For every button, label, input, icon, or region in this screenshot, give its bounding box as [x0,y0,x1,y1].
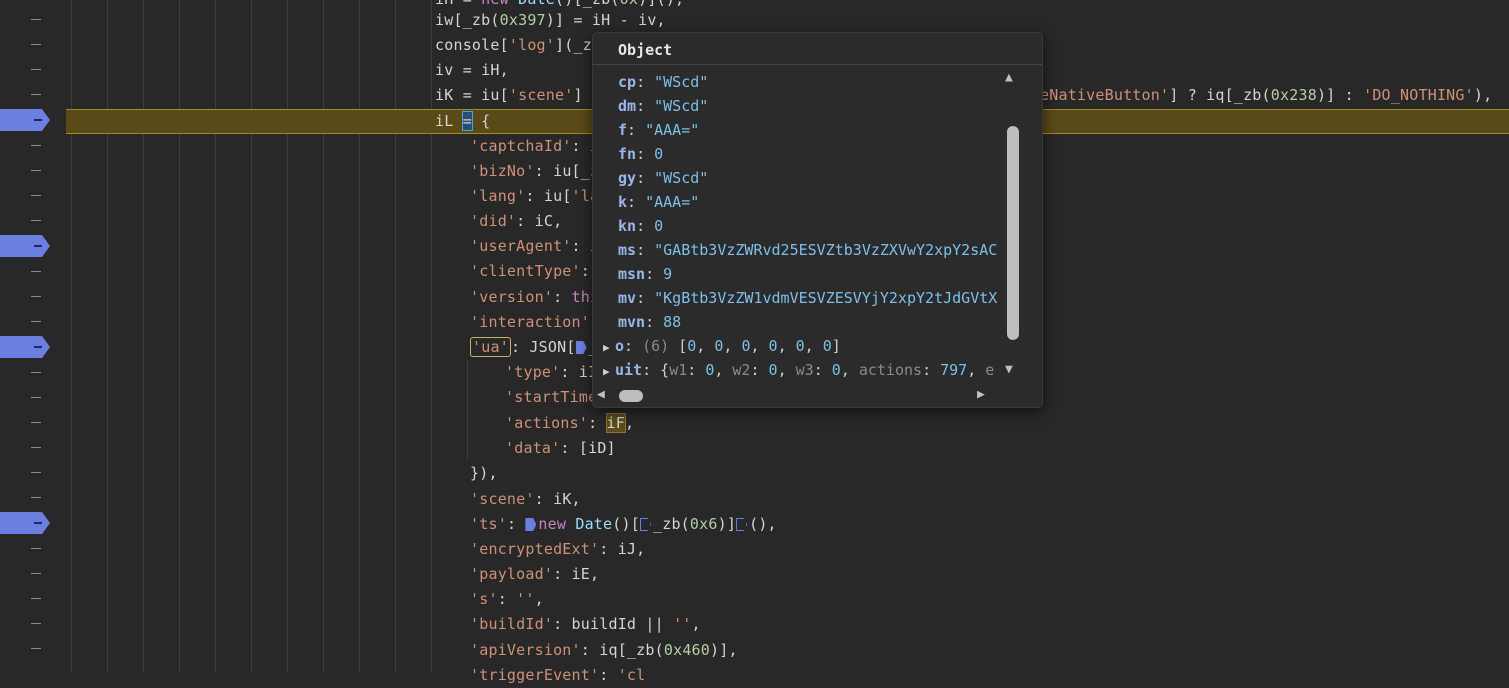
code-line: iL = { [435,111,491,131]
code-line: 'data': [iD] [505,439,616,457]
gutter-line-marker[interactable] [31,422,41,423]
gutter-line-marker[interactable] [31,44,41,45]
vertical-scrollbar[interactable]: ▲ ▼ [1000,66,1022,384]
indent-guide [215,0,216,672]
vertical-scroll-thumb[interactable] [1007,126,1019,340]
scroll-right-arrow-icon[interactable]: ▶ [977,387,985,402]
breakpoint-marker-icon[interactable] [0,235,50,257]
gutter-line-marker[interactable] [31,321,41,322]
indent-guide [251,0,252,672]
gutter-line-marker[interactable] [31,170,41,171]
property-row[interactable]: mvn: 88 [618,310,681,334]
code-line: iw[_zb(0x397)] = iH - iv, [435,11,666,29]
code-line: 'payload': iE, [470,565,600,583]
code-line: 'userAgent': i [470,237,600,255]
code-line: 'triggerEvent': 'cl [470,666,646,684]
code-line: 's': '', [470,590,544,608]
gutter-line-marker[interactable] [31,220,41,221]
property-row[interactable]: msn: 9 [618,262,672,286]
property-row[interactable]: cp: "WScd" [618,70,708,94]
code-line: 'buildId': buildId || '', [470,615,701,633]
gutter-line-marker[interactable] [31,623,41,624]
gutter-line-marker[interactable] [31,497,41,498]
code-line: 'type': iI [505,363,598,381]
gutter-line-marker[interactable] [31,648,41,649]
code-line: 'did': iC, [470,212,563,230]
scrollbar-corner [997,384,1042,407]
gutter-line-marker[interactable] [31,296,41,297]
indent-guide [143,0,144,672]
breakpoint-marker-icon[interactable] [0,109,50,131]
code-line: 'scene': iK, [470,490,581,508]
code-line: 'ts': new Date()[_zb(0x6)] (), [470,515,777,533]
gutter-line-marker[interactable] [31,372,41,373]
breakpoint-marker-icon[interactable] [0,336,50,358]
property-row-expandable[interactable]: ▶ o: (6) [0, 0, 0, 0, 0, 0] [603,334,841,358]
property-row[interactable]: dm: "WScd" [618,94,708,118]
gutter-line-marker[interactable] [31,447,41,448]
code-line: }), [470,464,498,482]
code-line: 'version': thi [470,288,600,306]
indent-guide [107,0,108,672]
object-property-list[interactable]: cp: "WScd" dm: "WScd" f: "AAA=" fn: 0 gy… [593,66,997,384]
property-row[interactable]: f: "AAA=" [618,118,699,142]
property-row[interactable]: kn: 0 [618,214,663,238]
property-row-expandable[interactable]: ▶ uit: {w1: 0, w2: 0, w3: 0, actions: 797… [603,358,994,382]
scroll-up-arrow-icon[interactable]: ▲ [1005,70,1013,85]
code-line: 'clientType': [470,262,600,280]
code-line: iK = iu['scene'] [435,86,583,104]
code-line: 'actions': iF, [505,413,635,433]
gutter-line-marker[interactable] [31,19,41,20]
indent-guide [395,0,396,672]
code-line: 'encryptedExt': iJ, [470,540,646,558]
property-row[interactable]: mv: "KgBtb3VzZW1vdmVESVZESVYjY2xpY2tJdGV… [618,286,997,310]
horizontal-scroll-thumb[interactable] [619,390,643,402]
scroll-down-arrow-icon[interactable]: ▼ [1005,362,1013,377]
property-row[interactable]: gy: "WScd" [618,166,708,190]
property-row[interactable]: k: "AAA=" [618,190,699,214]
indent-guide [431,0,432,672]
gutter-line-marker[interactable] [31,397,41,398]
indent-guide [467,360,468,460]
indent-guide [71,0,72,672]
code-line: 'startTime [505,388,598,406]
code-line: 'apiVersion': iq[_zb(0x460)], [470,641,738,659]
property-row[interactable]: ms: "GABtb3VzZWRvd25ESVZtb3VzZXVwY2xpY2s… [618,238,997,262]
horizontal-scrollbar[interactable]: ◀ ▶ [593,384,997,406]
indent-guide [323,0,324,672]
expand-triangle-icon[interactable]: ▶ [603,336,615,360]
breakpoint-marker-icon[interactable] [0,512,50,534]
gutter-line-marker[interactable] [31,548,41,549]
indent-guide [359,0,360,672]
gutter-line-marker[interactable] [31,69,41,70]
gutter-line-marker[interactable] [31,573,41,574]
object-preview-popover[interactable]: Object cp: "WScd" dm: "WScd" f: "AAA=" f… [592,32,1043,408]
code-line: 'bizNo': iu[_z [470,162,600,180]
code-line: eNativeButton'] ? iq[_zb(0x238)] : 'DO_N… [1040,86,1493,104]
indent-guide [179,0,180,672]
popover-title: Object [593,33,1042,65]
code-line: 'ua': JSON[_ [470,335,598,360]
indent-guide [287,0,288,672]
gutter-line-marker[interactable] [31,472,41,473]
code-line: iv = iH, [435,61,509,79]
scroll-left-arrow-icon[interactable]: ◀ [597,387,605,402]
code-line: 'captchaId': i [470,137,600,155]
expand-triangle-icon[interactable]: ▶ [603,360,615,384]
gutter-line-marker[interactable] [31,145,41,146]
gutter-line-marker[interactable] [31,94,41,95]
code-line: 'lang': iu['la [470,187,600,205]
gutter-line-marker[interactable] [31,271,41,272]
property-row[interactable]: fn: 0 [618,142,663,166]
gutter-line-marker[interactable] [31,598,41,599]
code-line: 'interaction' [470,313,590,331]
code-line: console['log'](_zb [435,36,602,54]
gutter-line-marker[interactable] [31,195,41,196]
